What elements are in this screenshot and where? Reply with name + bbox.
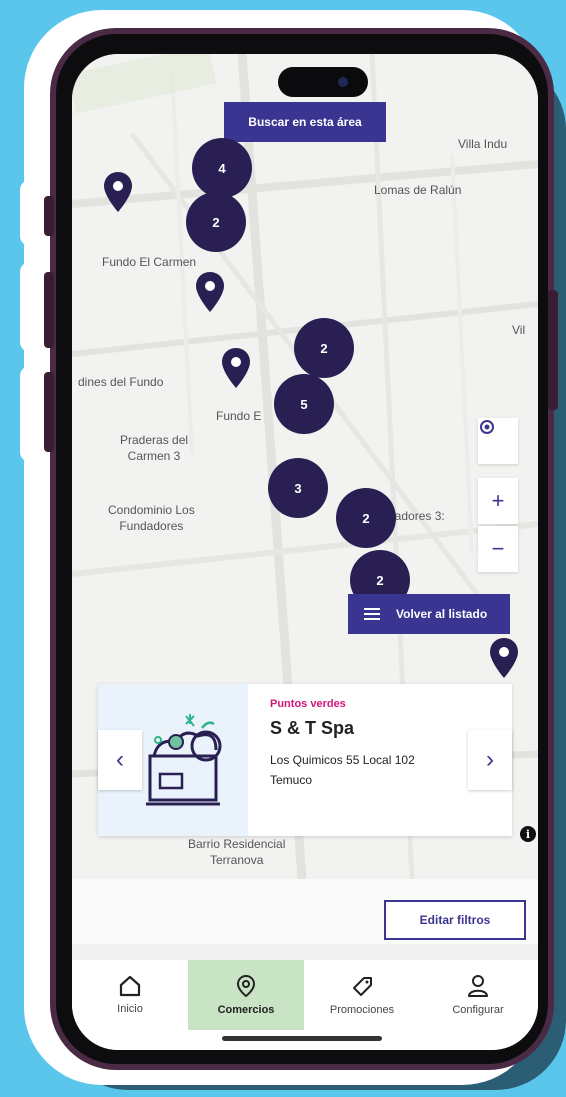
map-view[interactable]: Villa Indu Lomas de Ralún Fundo El Carme… (72, 54, 538, 879)
divider (72, 944, 538, 960)
map-label: Praderas del Carmen 3 (120, 433, 189, 463)
store-category: Puntos verdes (270, 698, 346, 710)
store-address-line: Los Quimicos 55 Local 102 (270, 753, 415, 767)
tab-label: Comercios (217, 1004, 275, 1016)
volume-up-button (44, 272, 54, 348)
map-label: Vil (512, 323, 526, 337)
map-label: Villa Indu (458, 137, 508, 151)
map-pin-icon (236, 974, 256, 998)
menu-icon (364, 605, 380, 623)
home-indicator (222, 1036, 382, 1041)
back-to-list-button[interactable]: Volver al listado (348, 594, 510, 634)
action-button (44, 196, 54, 236)
power-button (548, 290, 558, 410)
edit-filters-button[interactable]: Editar filtros (384, 900, 526, 940)
back-to-list-label: Volver al listado (396, 607, 488, 621)
map-cluster-marker[interactable]: 2 (186, 192, 246, 252)
locate-icon (480, 420, 494, 434)
info-icon[interactable]: i (520, 826, 536, 842)
dynamic-island (278, 67, 368, 97)
tab-configurar[interactable]: Configurar (420, 960, 536, 1030)
map-label: Barrio Residencial Terranova (188, 837, 286, 867)
camera-icon (338, 77, 348, 87)
map-label: Fundo El Carmen (102, 255, 197, 269)
tag-icon (353, 977, 372, 996)
tab-label: Promociones (329, 1004, 395, 1016)
prev-store-button[interactable]: ‹ (98, 730, 142, 790)
map-label: Lomas de Ralún (374, 183, 462, 197)
map-cluster-marker[interactable]: 2 (294, 318, 354, 378)
search-this-area-button[interactable]: Buscar en esta área (224, 102, 386, 142)
map-pin-icon[interactable] (104, 172, 132, 212)
home-icon (119, 975, 141, 997)
map-label: Condominio Los Fundadores (108, 503, 195, 533)
map-label: eadores 3: (388, 509, 445, 523)
app-screen: Villa Indu Lomas de Ralún Fundo El Carme… (72, 54, 538, 1050)
store-city: Temuco (270, 773, 313, 787)
map-pin-icon[interactable] (196, 272, 224, 312)
tab-label: Configurar (452, 1004, 504, 1016)
zoom-in-button[interactable]: + (478, 478, 518, 524)
map-pin-icon[interactable] (222, 348, 250, 388)
store-address: Los Quimicos 55 Local 102 Temuco (270, 750, 450, 790)
tab-comercios[interactable]: Comercios (188, 960, 304, 1030)
tab-inicio[interactable]: Inicio (72, 960, 188, 1030)
map-cluster-marker[interactable]: 5 (274, 374, 334, 434)
my-location-button[interactable] (478, 418, 518, 464)
map-pin-icon[interactable] (490, 638, 518, 678)
map-label: dines del Fundo (78, 375, 164, 389)
map-label: Fundo E (216, 409, 262, 423)
store-name: S & T Spa (270, 718, 355, 738)
zoom-out-button[interactable]: − (478, 526, 518, 572)
tab-promociones[interactable]: Promociones (304, 960, 420, 1030)
map-cluster-marker[interactable]: 4 (192, 138, 252, 198)
user-icon (468, 975, 488, 997)
store-card[interactable]: Puntos verdes S & T Spa Los Quimicos 55 … (98, 684, 512, 836)
volume-down-button (44, 372, 54, 452)
map-cluster-marker[interactable]: 2 (336, 488, 396, 548)
next-store-button[interactable]: › (468, 730, 512, 790)
tab-label: Inicio (117, 1003, 143, 1015)
map-cluster-marker[interactable]: 3 (268, 458, 328, 518)
